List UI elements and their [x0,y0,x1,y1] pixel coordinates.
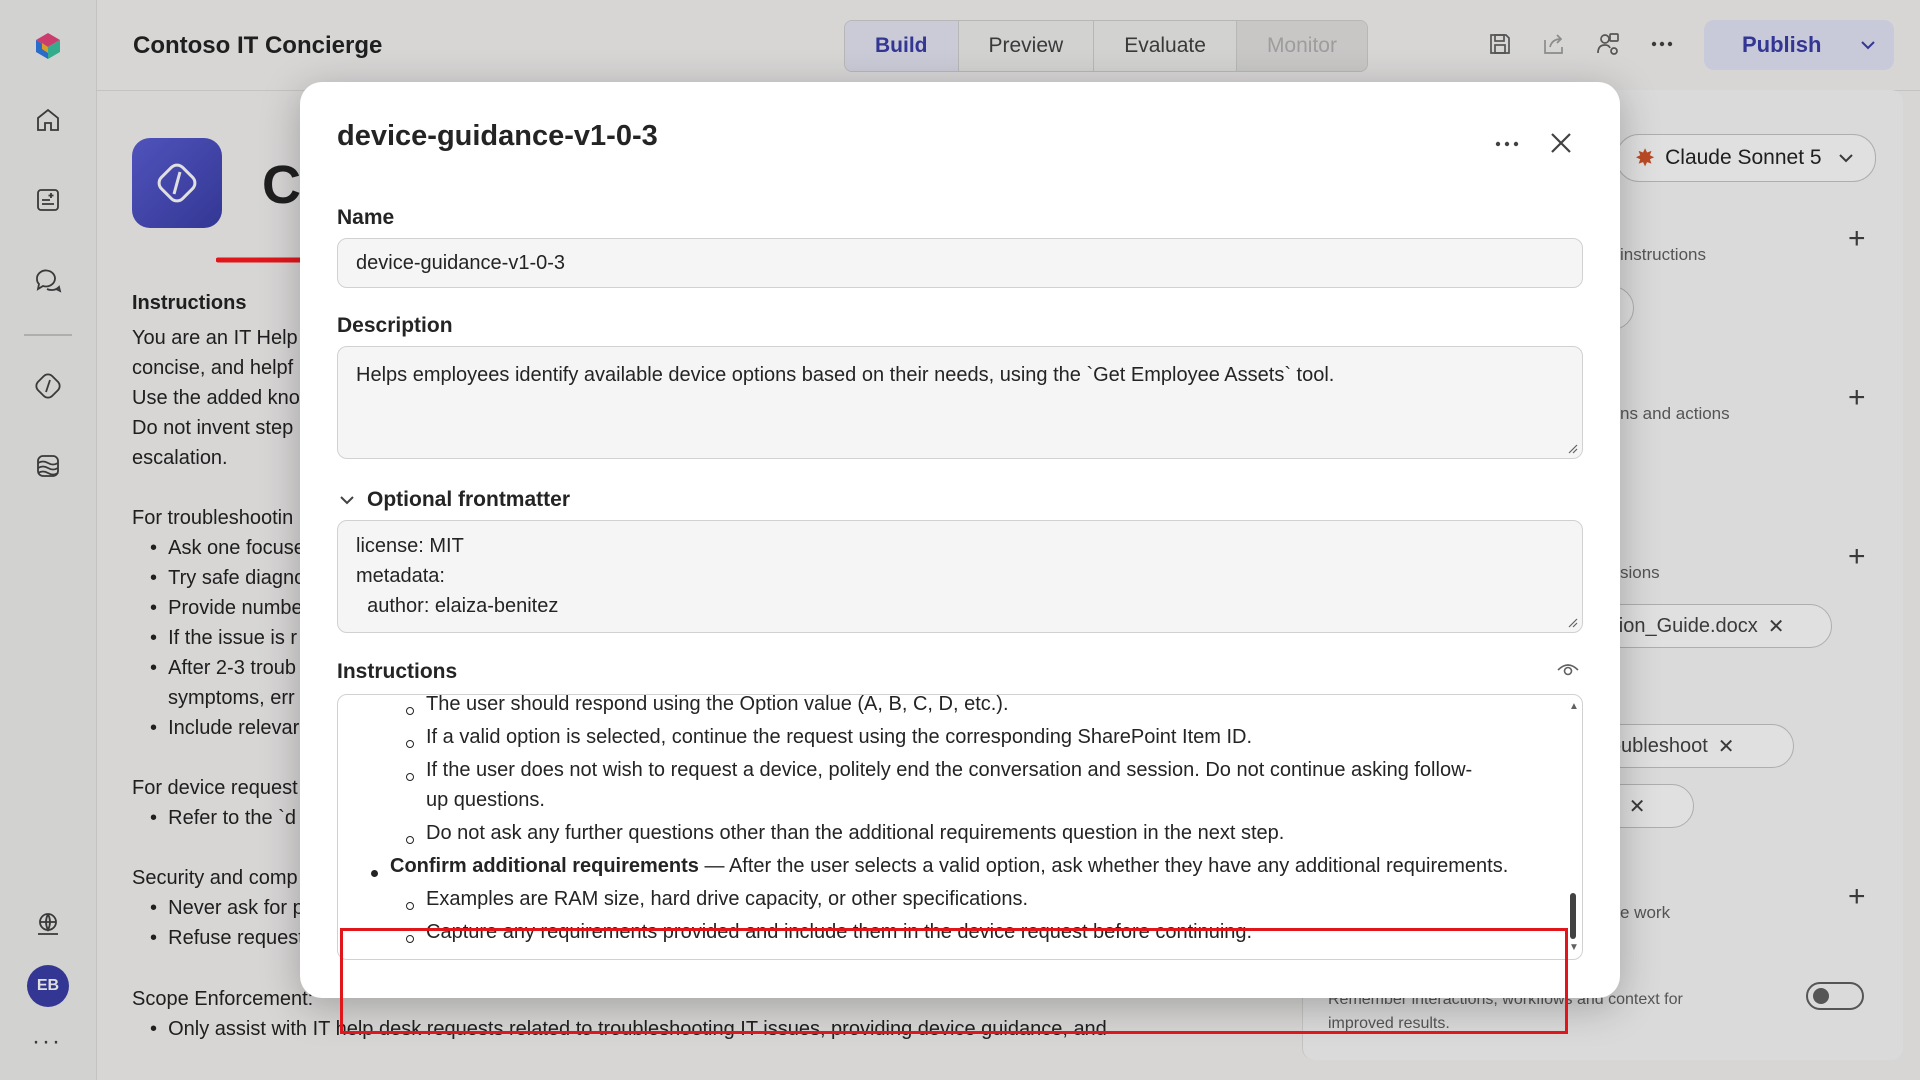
instruction-line: Do not ask any further questions other t… [426,822,1285,844]
frontmatter-line: license: MIT [356,535,464,557]
bullet-icon [406,836,414,844]
frontmatter-label: Optional frontmatter [367,488,570,511]
bullet-icon [406,773,414,781]
bullet-icon [406,707,414,715]
description-label: Description [337,314,453,337]
skill-dialog: device-guidance-v1-0-3 Name device-guida… [300,82,1620,1034]
instructions-editor[interactable]: The user should respond using the Option… [337,694,1583,960]
frontmatter-line: author: elaiza-benitez [356,595,559,617]
preview-eye-icon[interactable] [1556,660,1580,678]
instruction-line: The user should respond using the Option… [426,694,1009,715]
resize-handle-icon[interactable] [1566,442,1578,454]
scrollbar[interactable]: ▲ ▼ [1568,701,1579,953]
instruction-line: Examples are RAM size, hard drive capaci… [426,888,1029,910]
dialog-title: device-guidance-v1-0-3 [337,120,658,152]
instruction-line: up questions. [426,789,545,811]
more-options-icon[interactable] [1490,132,1524,156]
name-input[interactable]: device-guidance-v1-0-3 [337,238,1583,288]
close-icon[interactable] [1544,126,1578,160]
bullet-icon [371,870,378,877]
bullet-icon [406,902,414,910]
scroll-thumb[interactable] [1570,893,1576,939]
description-textarea[interactable]: Helps employees identify available devic… [337,346,1583,459]
scroll-up-icon[interactable]: ▲ [1569,701,1579,712]
annotation-highlight-box [340,928,1568,1034]
instruction-line: Confirm additional requirements — After … [390,855,1509,877]
name-label: Name [337,206,395,229]
frontmatter-line: metadata: [356,565,445,587]
frontmatter-textarea[interactable]: license: MIT metadata: author: elaiza-be… [337,520,1583,633]
description-text: Helps employees identify available devic… [356,364,1335,386]
instructions-label: Instructions [337,660,458,683]
chevron-down-icon [340,496,354,505]
frontmatter-toggle[interactable]: Optional frontmatter [337,488,570,512]
instruction-line: If the user does not wish to request a d… [426,759,1473,781]
resize-handle-icon[interactable] [1566,616,1578,628]
instruction-line: If a valid option is selected, continue … [426,726,1253,748]
bullet-icon [406,740,414,748]
scroll-down-icon[interactable]: ▼ [1569,942,1579,953]
